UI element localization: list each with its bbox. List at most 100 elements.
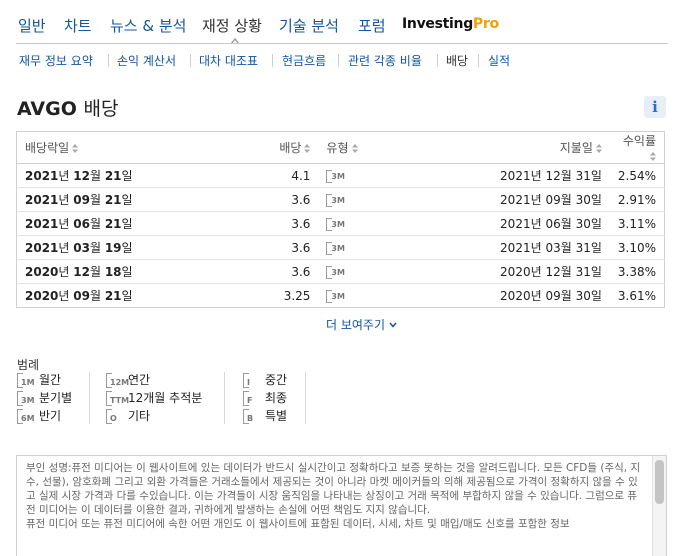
legend-item: F 최종 [243,389,287,406]
ex-year-unit: 년 [58,241,74,255]
sort-icon [595,144,602,153]
show-more-link[interactable]: 더 보여주기 [326,316,397,333]
frequency-icon: O [106,409,128,424]
ex-day: 21 [104,217,122,231]
nav-general[interactable]: 일반 [18,15,46,36]
cell-dividend: 3.25 [212,283,319,308]
cell-ex-date: 2020년 09월 21일 [16,283,213,308]
ex-day: 18 [104,265,122,279]
legend-item: I 중간 [243,371,287,388]
frequency-icon: 3M [326,289,350,303]
legend-code: O [110,414,117,423]
legend-item: O 기타 [106,407,150,424]
nav-forum[interactable]: 포럼 [358,15,386,36]
legend-label: 분기별 [39,391,73,405]
col-header-yield[interactable]: 수익률 [609,131,665,164]
scrollbar-thumb[interactable] [655,460,664,504]
cell-yield: 2.54% [609,163,665,188]
ex-year: 2020 [25,265,59,279]
nav-technical[interactable]: 기술 분석 [279,15,339,36]
cell-ex-date: 2021년 03월 19일 [16,235,213,260]
col-header-type[interactable]: 유형 [318,131,425,164]
chevron-down-icon [389,322,397,328]
cell-type: 3M [318,283,425,308]
header-label: 배당 [279,141,302,155]
ex-month: 06 [73,217,90,231]
subnav-balance-sheet[interactable]: 대차 대조표 [199,52,258,69]
nav-news-analysis[interactable]: 뉴스 & 분석 [110,15,186,36]
cell-pay-date: 2021년 09월 30일 [424,187,610,212]
nav-financials[interactable]: 재정 상황 [202,15,262,36]
cell-dividend: 3.6 [212,235,319,260]
sort-icon [351,144,358,153]
subnav-earnings[interactable]: 실적 [488,52,510,69]
page-title: AVGO 배당 [17,94,118,121]
cell-ex-date: 2021년 06월 21일 [16,211,213,236]
legend-label: 연간 [128,373,151,387]
cell-yield: 2.91% [609,187,665,212]
disclaimer-paragraph-2: 퓨전 미디어 또는 퓨전 미디어에 속한 어떤 개인도 이 웹사이트에 표함된 … [26,518,570,530]
cell-dividend: 3.6 [212,259,319,284]
active-tab-caret-icon [230,37,240,45]
ex-day: 21 [104,193,122,207]
sort-icon [72,144,79,153]
legend-label: 특별 [265,409,288,423]
ex-month-unit: 월 [89,289,105,303]
cell-type: 3M [318,163,425,188]
ticker-symbol: AVGO [17,98,77,120]
frequency-code: 3M [331,292,345,301]
subnav-cash-flow[interactable]: 현금흐름 [282,52,326,69]
legend-divider [89,372,90,424]
legend-item: 6M 반기 [17,407,61,424]
cell-type: 3M [318,259,425,284]
cell-yield: 3.38% [609,259,665,284]
ex-year: 2021 [25,217,59,231]
subnav-separator [478,54,479,67]
cell-dividend: 4.1 [212,163,319,188]
table-row: 2020년 09월 21일 3.25 3M 2020년 09월 30일 3.61% [16,283,665,308]
col-header-ex-date[interactable]: 배당락일 [16,131,213,164]
ex-day: 19 [104,241,122,255]
col-header-dividend[interactable]: 배당 [212,131,319,164]
disclaimer-text: 부인 성명:퓨전 미디어는 이 웹사이트에 있는 데이터가 반드시 실시간이고 … [26,461,646,531]
cell-pay-date: 2021년 06월 30일 [424,211,610,236]
cell-pay-date: 2021년 12월 31일 [424,163,610,188]
frequency-icon: I [243,373,265,388]
pro-logo-suffix: Pro [472,16,499,32]
subnav-dividends[interactable]: 배당 [446,52,468,69]
sort-icon [650,152,656,161]
frequency-icon: 3M [17,391,39,406]
ex-month-unit: 월 [89,241,105,255]
subnav-separator [338,54,339,67]
frequency-icon: 3M [326,217,350,231]
ex-month: 09 [73,289,90,303]
table-row: 2020년 12월 18일 3.6 3M 2020년 12월 31일 3.38% [16,259,665,284]
ex-year: 2021 [25,169,59,183]
scrollbar[interactable] [652,456,666,556]
subnav-ratios[interactable]: 관련 각종 비율 [348,52,422,69]
cell-yield: 3.10% [609,235,665,260]
legend-code: 6M [21,414,35,423]
investingpro-logo[interactable]: InvestingPro [402,16,499,32]
info-icon[interactable]: i [644,96,666,118]
ex-month: 09 [73,193,90,207]
ex-day-unit: 일 [121,289,133,303]
legend-label: 반기 [39,409,62,423]
disclaimer-paragraph-1: 부인 성명:퓨전 미디어는 이 웹사이트에 있는 데이터가 반드시 실시간이고 … [26,462,641,516]
ex-day-unit: 일 [121,241,133,255]
cell-type: 3M [318,235,425,260]
subnav-income-statement[interactable]: 손익 계산서 [117,52,176,69]
nav-chart[interactable]: 차트 [64,15,92,36]
cell-dividend: 3.6 [212,187,319,212]
disclaimer-box[interactable]: 부인 성명:퓨전 미디어는 이 웹사이트에 있는 데이터가 반드시 실시간이고 … [16,455,667,556]
subnav-summary[interactable]: 재무 정보 요약 [19,52,93,69]
ex-month-unit: 월 [89,217,105,231]
legend-item: 1M 월간 [17,371,61,388]
col-header-pay-date[interactable]: 지불일 [424,131,610,164]
header-label: 지불일 [559,141,593,155]
ex-month: 12 [73,169,90,183]
legend-label: 최종 [265,391,288,405]
ex-year: 2021 [25,241,59,255]
table-header-row: 배당락일 배당 유형 지불일 수익률 [16,131,665,164]
legend-label: 12개월 추적분 [128,391,203,405]
